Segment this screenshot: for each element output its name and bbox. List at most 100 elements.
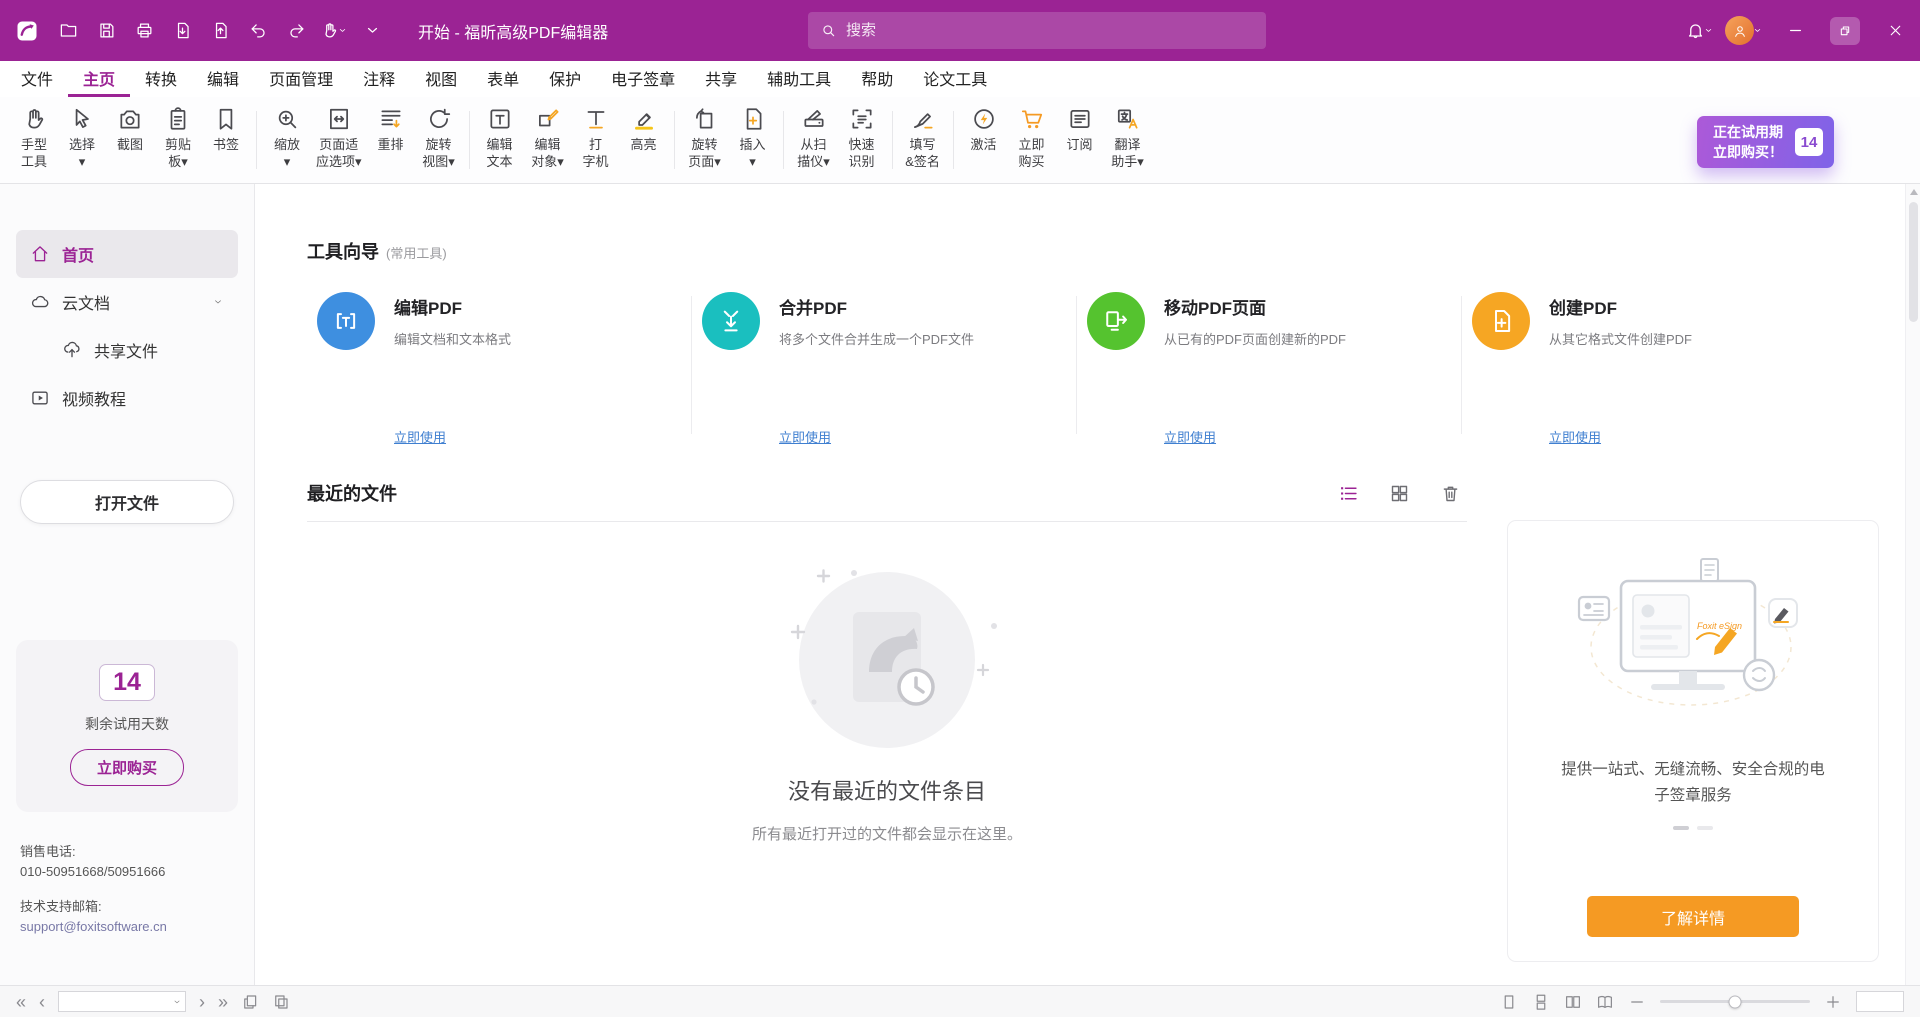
duplicate-page-icon[interactable] xyxy=(272,993,290,1011)
tool-card-create-pdf[interactable]: 创建PDF 从其它格式文件创建PDF 立即使用 xyxy=(1462,288,1846,456)
minimize-button[interactable] xyxy=(1770,0,1820,61)
zoom-percent-box[interactable] xyxy=(1856,991,1904,1012)
export-button[interactable] xyxy=(164,13,200,49)
menu-tab-comment[interactable]: 注释 xyxy=(348,61,410,97)
edit-pdf-icon xyxy=(317,292,375,350)
ribbon-button-edit-object[interactable]: 编辑 对象▾ xyxy=(524,101,572,179)
open-file-button[interactable] xyxy=(50,13,86,49)
tool-card-merge-pdf[interactable]: 合并PDF 将多个文件合并生成一个PDF文件 立即使用 xyxy=(692,288,1076,456)
book-view-icon[interactable] xyxy=(1596,993,1614,1011)
sidebar-item-shared-files[interactable]: 共享文件 xyxy=(16,326,238,374)
ribbon-button-snapshot[interactable]: 截图 xyxy=(106,101,154,179)
first-page-button[interactable]: « xyxy=(16,993,26,1011)
ribbon-button-bookmark[interactable]: 书签 xyxy=(202,101,250,179)
grid-view-icon[interactable] xyxy=(1389,483,1410,504)
close-button[interactable] xyxy=(1870,0,1920,61)
share-file-button[interactable] xyxy=(202,13,238,49)
support-email-link[interactable]: support@foxitsoftware.cn xyxy=(20,917,234,937)
ribbon-button-highlight[interactable]: 高亮 xyxy=(620,101,668,179)
zoom-slider[interactable] xyxy=(1660,1000,1810,1003)
scroll-up-arrow[interactable] xyxy=(1910,189,1918,195)
ribbon-button-typewriter[interactable]: 打 字机 xyxy=(572,101,620,179)
ribbon-button-activate[interactable]: 激活 xyxy=(960,101,1008,179)
last-page-button[interactable]: » xyxy=(218,993,228,1011)
sidebar-item-video-tutorials[interactable]: 视频教程 xyxy=(16,374,238,422)
menu-tab-home[interactable]: 主页 xyxy=(68,61,130,97)
continuous-view-icon[interactable] xyxy=(1532,993,1550,1011)
menu-tab-esign[interactable]: 电子签章 xyxy=(596,61,690,97)
ribbon-button-buy-now[interactable]: 立即 购买 xyxy=(1008,101,1056,179)
account-menu[interactable] xyxy=(1718,13,1770,49)
redo-button[interactable] xyxy=(278,13,314,49)
foxit-logo[interactable] xyxy=(10,14,44,48)
search-box[interactable] xyxy=(808,12,1266,49)
ribbon-button-edit-text[interactable]: 编辑 文本 xyxy=(476,101,524,179)
menu-tab-view[interactable]: 视图 xyxy=(410,61,472,97)
restore-button[interactable] xyxy=(1820,0,1870,61)
tool-card-edit-pdf[interactable]: 编辑PDF 编辑文档和文本格式 立即使用 xyxy=(307,288,691,456)
sidebar-item-home[interactable]: 首页 xyxy=(16,230,238,278)
ribbon-button-reflow[interactable]: 重排 xyxy=(367,101,415,179)
tools-wizard-header: 工具向导 (常用工具) xyxy=(307,238,1880,264)
single-page-view-icon[interactable] xyxy=(1500,993,1518,1011)
menu-tab-page-manage[interactable]: 页面管理 xyxy=(254,61,348,97)
zoom-in-button[interactable] xyxy=(1824,993,1842,1011)
ribbon-button-fit-options[interactable]: 页面适 应选项▾ xyxy=(311,101,367,179)
vertical-scrollbar[interactable] xyxy=(1905,184,1920,985)
menu-tab-share[interactable]: 共享 xyxy=(690,61,752,97)
menu-tab-edit[interactable]: 编辑 xyxy=(192,61,254,97)
tool-card-move-pdf-pages[interactable]: 移动PDF页面 从已有的PDF页面创建新的PDF 立即使用 xyxy=(1077,288,1461,456)
snapshot-page-icon[interactable] xyxy=(241,993,259,1011)
save-button[interactable] xyxy=(88,13,124,49)
buy-now-button[interactable]: 立即购买 xyxy=(70,749,184,786)
learn-more-button[interactable]: 了解详情 xyxy=(1587,896,1799,937)
customize-toolbar-button[interactable] xyxy=(354,13,390,49)
undo-button[interactable] xyxy=(240,13,276,49)
prev-page-button[interactable]: ‹ xyxy=(39,993,45,1011)
trial-period-badge[interactable]: 正在试用期 立即购买！ 14 xyxy=(1697,116,1834,168)
ribbon-button-translate-assistant[interactable]: 翻译 助手▾ xyxy=(1104,101,1152,179)
list-view-icon[interactable] xyxy=(1338,483,1359,504)
sidebar-item-cloud-docs[interactable]: 云文档 xyxy=(16,278,238,326)
menu-tab-convert[interactable]: 转换 xyxy=(130,61,192,97)
search-input[interactable] xyxy=(846,22,1254,39)
ribbon-button-zoom[interactable]: 缩放 ▾ xyxy=(263,101,311,179)
menu-tab-accessibility[interactable]: 辅助工具 xyxy=(752,61,846,97)
notifications-button[interactable] xyxy=(1682,13,1718,49)
menu-tab-form[interactable]: 表单 xyxy=(472,61,534,97)
use-now-link-edit-pdf[interactable]: 立即使用 xyxy=(394,427,446,446)
facing-pages-view-icon[interactable] xyxy=(1564,993,1582,1011)
ribbon-button-clipboard[interactable]: 剪贴 板▾ xyxy=(154,101,202,179)
next-page-button[interactable]: › xyxy=(199,993,205,1011)
chevron-down-icon[interactable] xyxy=(172,997,182,1007)
zoom-out-button[interactable] xyxy=(1628,993,1646,1011)
hand-tool-dropdown[interactable] xyxy=(316,13,352,49)
ribbon-button-quick-ocr[interactable]: 快速 识别 xyxy=(838,101,886,179)
page-number-input[interactable] xyxy=(62,995,170,1009)
ribbon-button-rotate-view[interactable]: 旋转 视图▾ xyxy=(415,101,463,179)
use-now-link-move-pages[interactable]: 立即使用 xyxy=(1164,427,1216,446)
ribbon-button-select[interactable]: 选择 ▾ xyxy=(58,101,106,179)
scrollbar-thumb[interactable] xyxy=(1909,202,1918,322)
use-now-link-merge-pdf[interactable]: 立即使用 xyxy=(779,427,831,446)
ribbon-button-rotate-pages[interactable]: 旋转 页面▾ xyxy=(681,101,729,179)
ribbon-button-from-scanner[interactable]: 从扫 描仪▾ xyxy=(790,101,838,179)
clear-recent-trash-icon[interactable] xyxy=(1440,483,1461,504)
use-now-link-create-pdf[interactable]: 立即使用 xyxy=(1549,427,1601,446)
redo-icon xyxy=(287,21,306,40)
print-button[interactable] xyxy=(126,13,162,49)
ribbon-button-insert[interactable]: 插入 ▾ xyxy=(729,101,777,179)
zoom-slider-thumb[interactable] xyxy=(1729,995,1742,1008)
menu-tab-protect[interactable]: 保护 xyxy=(534,61,596,97)
chevron-down-icon[interactable] xyxy=(212,296,224,308)
open-file-button-sidebar[interactable]: 打开文件 xyxy=(20,480,234,524)
menu-tab-file[interactable]: 文件 xyxy=(6,61,68,97)
zoom-percent-input[interactable] xyxy=(1857,992,1903,1011)
menu-tab-help[interactable]: 帮助 xyxy=(846,61,908,97)
ribbon-button-fill-sign[interactable]: 填写 &签名 xyxy=(899,101,947,179)
carousel-dots[interactable] xyxy=(1673,826,1713,830)
ribbon-button-hand-tool[interactable]: 手型 工具 xyxy=(10,101,58,179)
menu-tab-paper-tools[interactable]: 论文工具 xyxy=(908,61,1002,97)
ribbon-button-subscribe[interactable]: 订阅 xyxy=(1056,101,1104,179)
page-number-box[interactable] xyxy=(58,991,186,1012)
